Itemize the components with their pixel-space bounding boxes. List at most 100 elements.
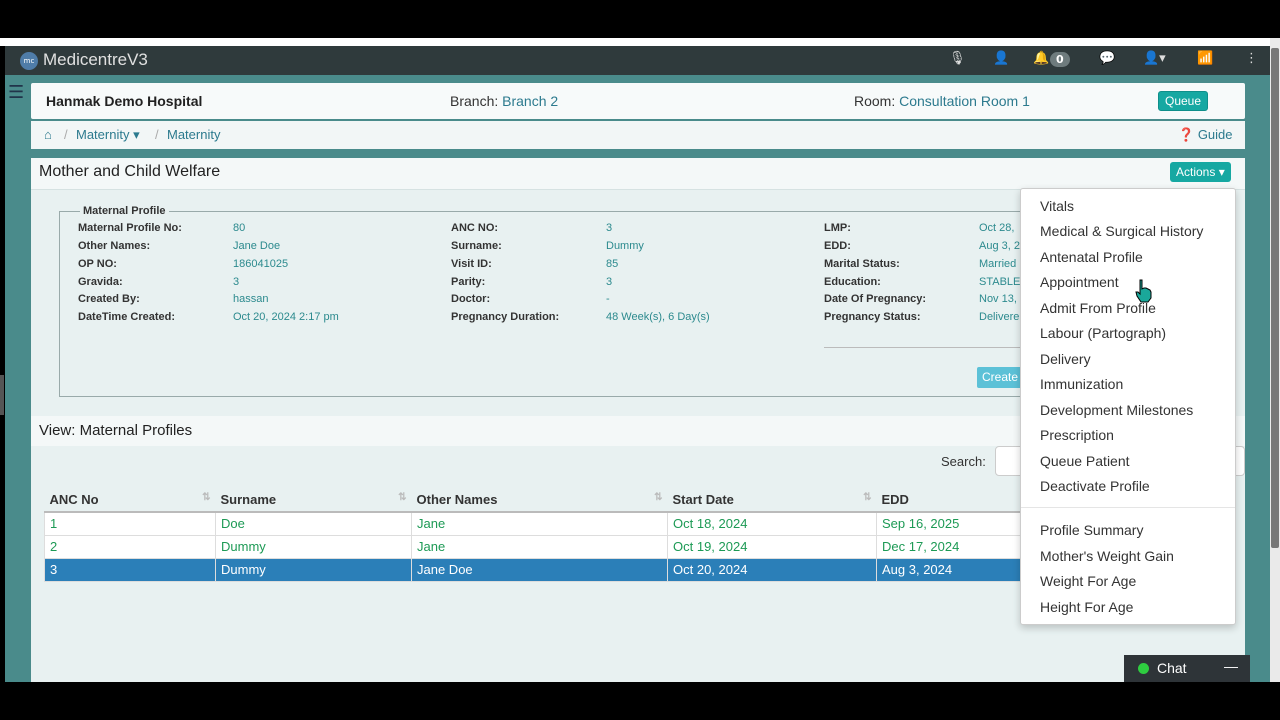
home-icon[interactable]: ⌂ [44,127,52,142]
col-header-surname[interactable]: Surname ⇅ [215,488,412,513]
menu-item-deactivate-profile[interactable]: Deactivate Profile [1040,478,1150,494]
cell-edd[interactable]: Sep 16, 2025 [876,511,1027,536]
room-info: Room: Consultation Room 1 [854,93,1030,109]
cell-edd[interactable]: Aug 3, 2024 [876,557,1027,582]
branch-label: Branch: [450,93,499,109]
header-label: Surname [220,492,277,507]
menu-item-medical-surgical-history[interactable]: Medical & Surgical History [1040,223,1203,239]
fieldset-legend: Maternal Profile [80,205,169,217]
field-label: Maternal Profile No: [78,222,182,234]
field-value: STABLE [979,276,1021,288]
top-letterbox [0,0,1280,38]
menu-item-immunization[interactable]: Immunization [1040,376,1123,392]
field-label: Surname: [451,240,502,252]
field-value: 3 [233,276,240,288]
menu-item-mothers-weight-gain[interactable]: Mother's Weight Gain [1040,548,1174,564]
menu-item-labour-partograph[interactable]: Labour (Partograph) [1040,325,1166,341]
menu-item-profile-summary[interactable]: Profile Summary [1040,522,1143,538]
menu-item-delivery[interactable]: Delivery [1040,351,1091,367]
divider [824,347,1024,348]
panel-title: Mother and Child Welfare [39,163,221,180]
cell-surname[interactable]: Doe [215,511,412,536]
breadcrumb-maternity-dropdown[interactable]: Maternity ▾ [76,127,140,143]
field-value: 3 [606,222,613,234]
menu-item-queue-patient[interactable]: Queue Patient [1040,453,1130,469]
cell-edd[interactable]: Dec 17, 2024 [876,534,1027,559]
guide-link[interactable]: ❓ Guide [1178,127,1233,143]
cell-other-names[interactable]: Jane Doe [411,557,668,582]
menu-item-vitals[interactable]: Vitals [1040,198,1074,214]
field-label: Other Names: [78,240,151,252]
actions-button[interactable]: Actions ▾ [1170,162,1231,182]
sort-icon[interactable]: ⇅ [654,492,662,503]
breadcrumb-separator: / [155,127,159,142]
cell-surname[interactable]: Dummy [215,534,412,559]
wifi-icon: 📶 [1197,51,1214,66]
col-header-edd[interactable]: EDD [876,488,1027,513]
cell-anc-no[interactable]: 3 [44,557,216,582]
hamburger-menu-icon[interactable]: ☰ [8,82,24,103]
app-title[interactable]: MedicentreV3 [43,50,148,70]
queue-button[interactable]: Queue [1158,91,1209,111]
notification-badge[interactable]: 0 [1050,52,1070,67]
breadcrumb-separator: / [64,127,68,142]
header-label: ANC No [49,492,99,507]
menu-item-prescription[interactable]: Prescription [1040,427,1114,443]
field-value: Oct 28, [979,222,1015,234]
breadcrumb-maternity[interactable]: Maternity [167,127,220,142]
user-menu-icon[interactable]: 👤▾ [1143,51,1166,66]
menu-item-antenatal-profile[interactable]: Antenatal Profile [1040,249,1143,265]
sort-icon[interactable]: ⇅ [863,492,871,503]
table-header-row: ANC No ⇅ Surname ⇅ Other Names ⇅ Start Date… [44,488,1027,513]
field-label: Marital Status: [824,258,900,270]
field-value: 85 [606,258,619,270]
menu-item-appointment[interactable]: Appointment [1040,274,1119,290]
col-header-anc-no[interactable]: ANC No ⇅ [44,488,216,513]
search-label: Search: [941,454,986,469]
bell-icon[interactable]: 🔔 [1033,51,1049,66]
scrollbar-thumb[interactable] [1271,48,1279,548]
field-value: Oct 20, 2024 2:17 pm [233,311,339,323]
sort-icon[interactable]: ⇅ [202,492,210,503]
field-value: 3 [606,276,613,288]
chat-widget[interactable]: Chat — [1124,655,1250,682]
app-logo[interactable]: mc [20,52,38,70]
branch-link[interactable]: Branch 2 [502,93,558,109]
chat-bubbles-icon[interactable]: 💬 [1099,51,1115,66]
cell-other-names[interactable]: Jane [411,534,668,559]
menu-item-height-for-age[interactable]: Height For Age [1040,599,1133,615]
cell-anc-no[interactable]: 2 [44,534,216,559]
sort-icon[interactable]: ⇅ [398,492,406,503]
field-value: Married [979,258,1017,270]
cell-other-names[interactable]: Jane [411,511,668,536]
table-row-selected[interactable]: 3 Dummy Jane Doe Oct 20, 2024 Aug 3, 202… [44,557,1027,582]
room-link[interactable]: Consultation Room 1 [899,93,1030,109]
cell-anc-no[interactable]: 1 [44,511,216,536]
hospital-info-bar: Hanmak Demo Hospital Branch: Branch 2 Ro… [31,83,1245,119]
hand-cursor-icon [1135,279,1152,303]
cell-start-date[interactable]: Oct 18, 2024 [667,511,877,536]
field-value: hassan [233,293,269,305]
field-label: Date Of Pregnancy: [824,293,927,305]
table-row[interactable]: 2 Dummy Jane Oct 19, 2024 Dec 17, 2024 [44,534,1027,559]
user-queue-icon[interactable]: 👤 [993,51,1009,66]
cell-start-date[interactable]: Oct 20, 2024 [667,557,877,582]
minimize-icon[interactable]: — [1224,658,1238,674]
menu-divider [1021,507,1235,508]
field-label: OP NO: [78,258,117,270]
field-label: Doctor: [451,293,491,305]
col-header-other-names[interactable]: Other Names ⇅ [411,488,668,513]
cell-start-date[interactable]: Oct 19, 2024 [667,534,877,559]
table-row[interactable]: 1 Doe Jane Oct 18, 2024 Sep 16, 2025 [44,511,1027,536]
more-vertical-icon[interactable]: ⋮ [1245,51,1258,66]
view-title: View: Maternal Profiles [39,422,193,439]
field-value: - [606,293,610,305]
col-header-start-date[interactable]: Start Date ⇅ [667,488,877,513]
cell-surname[interactable]: Dummy [215,557,412,582]
hospital-name: Hanmak Demo Hospital [46,93,203,109]
field-value: Dummy [606,240,644,252]
mute-mic-icon[interactable]: 🎙 [949,51,966,66]
field-label: Pregnancy Status: [824,311,921,323]
menu-item-weight-for-age[interactable]: Weight For Age [1040,573,1136,589]
menu-item-development-milestones[interactable]: Development Milestones [1040,402,1193,418]
